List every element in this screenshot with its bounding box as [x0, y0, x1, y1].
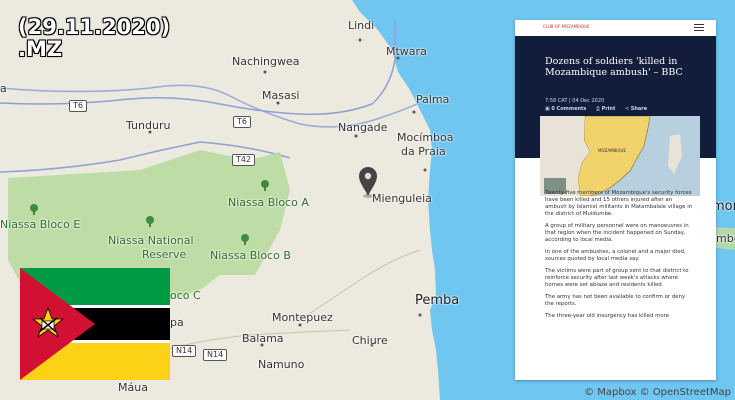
place-niassa-bloco-e: Niassa Bloco E — [0, 218, 81, 231]
place-balama: Balama — [242, 332, 284, 345]
map-attribution[interactable]: © Mapbox © OpenStreetMap — [584, 387, 731, 398]
place-masasi: Masasi — [262, 89, 300, 102]
article-paragraph: A group of military personnel were on ma… — [545, 223, 689, 243]
place-niassa-national: Niassa National — [108, 234, 194, 247]
place-palma: Palma — [416, 93, 450, 106]
article-hero: Dozens of soldiers 'killed in Mozambique… — [515, 36, 716, 197]
place-nachingwea: Nachingwea — [232, 55, 300, 68]
article-title[interactable]: Dozens of soldiers 'killed in Mozambique… — [545, 56, 690, 78]
article-paragraph: The army has not been available to confi… — [545, 294, 686, 307]
road-shield: N14 — [172, 345, 197, 357]
road-shield: T42 — [232, 154, 256, 166]
date-label: (29.11.2020) — [18, 15, 171, 39]
place-montepuez: Montepuez — [272, 311, 333, 324]
place-niassa-bloco-b: Niassa Bloco B — [210, 249, 291, 262]
article-paragraph: The three-year old insurgency has killed… — [545, 313, 670, 319]
place-mtwara: Mtwara — [386, 45, 427, 58]
mozambique-flag — [20, 268, 170, 380]
place-niassa-bloco-c: oco C — [170, 289, 201, 302]
place-west-partial: a — [0, 82, 7, 95]
site-logo[interactable]: CLUB OF MOZAMBIQUE — [543, 24, 590, 29]
road-shield: N14 — [203, 349, 228, 361]
article-map-label: MOZAMBIQUE — [598, 148, 627, 153]
place-pemba: Pemba — [415, 293, 460, 308]
share-link[interactable]: < Share — [625, 106, 647, 112]
article-card[interactable]: CLUB OF MOZAMBIQUE Dozens of soldiers 'k… — [515, 20, 716, 380]
hamburger-menu-icon[interactable] — [694, 24, 704, 33]
road-shield: T6 — [69, 100, 87, 112]
print-link[interactable]: ⎙ Print — [596, 106, 615, 112]
article-body: Twenty-five members of Mozambique's secu… — [545, 190, 695, 325]
page-title: (29.11.2020) .MZ — [18, 16, 170, 60]
country-code-label: .MZ — [18, 37, 63, 61]
article-tools: ▣ 0 Comments ⎙ Print < Share — [545, 106, 655, 112]
article-paragraph: The victims were part of group sent to t… — [545, 268, 689, 288]
article-meta: 7:58 CAT | 04 Dec 2020 — [545, 98, 605, 104]
article-paragraph: Twenty-five members of Mozambique's secu… — [545, 190, 693, 217]
article-paragraph: In one of the ambushes, a colonel and a … — [545, 249, 686, 262]
place-comoros-partial: mbo — [716, 232, 735, 245]
place-lichinga-partial: pa — [170, 316, 184, 329]
road-shield: T6 — [233, 116, 251, 128]
place-da-praia: da Praia — [401, 145, 446, 158]
place-namuno: Namuno — [258, 358, 305, 371]
place-reserve: Reserve — [142, 248, 187, 261]
article-topbar: CLUB OF MOZAMBIQUE — [515, 20, 716, 36]
place-nangade: Nangade — [338, 121, 388, 134]
place-maua: Máua — [118, 381, 148, 394]
place-mocimboa: Mocímboa — [397, 131, 454, 144]
place-lindi: Lindi — [348, 19, 375, 32]
place-chiure: Chiure — [352, 334, 388, 347]
place-mienguleia: Mienguleia — [372, 192, 432, 205]
article-map-image: MOZAMBIQUE — [540, 115, 700, 197]
comments-link[interactable]: ▣ 0 Comments — [545, 106, 586, 112]
place-tunduru: Tunduru — [126, 119, 171, 132]
place-niassa-bloco-a: Niassa Bloco A — [228, 196, 309, 209]
